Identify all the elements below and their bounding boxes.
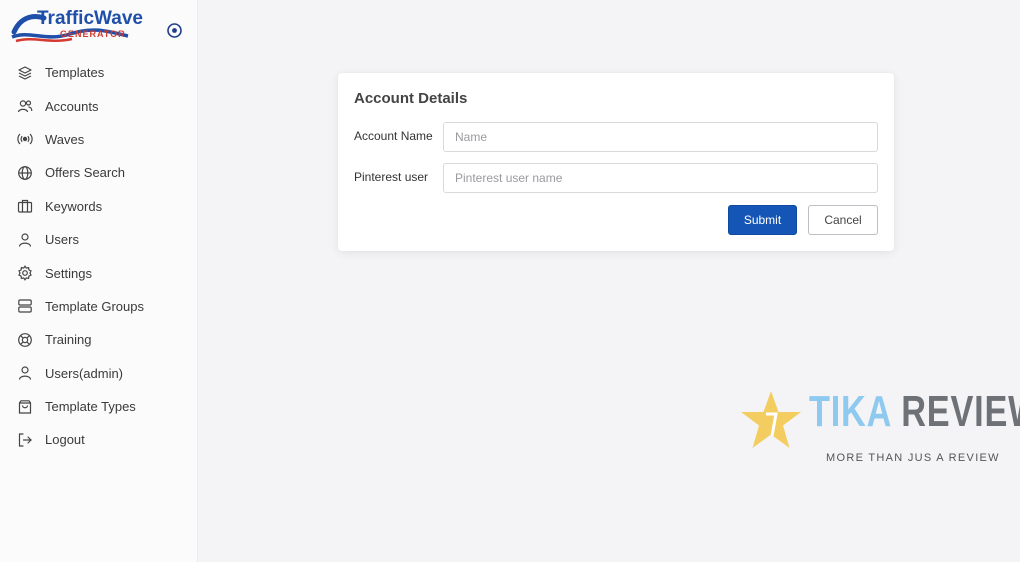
sidebar-item-label: Offers Search [45,165,125,181]
sidebar: TrafficWave GENERATOR Templates Accounts [0,0,198,562]
user-icon [17,365,33,381]
sidebar-item-label: Users [45,232,79,248]
logout-icon [17,432,33,448]
watermark-logo: TIKA REVIEW MORE THAN JUS A REVIEW [738,385,1020,475]
sidebar-item-label: Keywords [45,198,103,214]
pinterest-user-label: Pinterest user [354,170,429,184]
app-logo[interactable]: TrafficWave GENERATOR [10,6,155,46]
sidebar-item-label: Templates [45,65,105,81]
sidebar-item-label: Training [45,332,92,348]
sidebar-item-waves[interactable]: Waves [0,123,198,156]
watermark-title-part1: TIKA [809,387,891,436]
sidebar-item-offers-search[interactable]: Offers Search [0,156,198,189]
sidebar-item-accounts[interactable]: Accounts [0,89,198,122]
card-title: Account Details [354,90,468,107]
submit-button[interactable]: Submit [728,205,797,235]
sidebar-item-label: Logout [45,432,85,448]
account-name-input[interactable] [443,122,878,152]
sidebar-item-users[interactable]: Users [0,223,198,256]
globe-icon [17,165,33,181]
sidebar-item-label: Accounts [45,98,99,114]
sidebar-item-training[interactable]: Training [0,323,198,356]
lifebuoy-icon [17,332,33,348]
layers-icon [17,65,33,81]
sidebar-item-templates[interactable]: Templates [0,56,198,89]
server-icon [17,298,33,314]
sidebar-item-settings[interactable]: Settings [0,256,198,289]
watermark-title-part2: REVIEW [901,387,1020,436]
sidebar-item-template-types[interactable]: Template Types [0,390,198,423]
gear-icon [17,265,33,281]
user-icon [17,232,33,248]
sidebar-item-logout[interactable]: Logout [0,423,198,456]
briefcase-icon [17,198,33,214]
bag-icon [17,399,33,415]
logo-graphic: TrafficWave GENERATOR [11,8,143,43]
star-icon [741,391,801,448]
account-name-label: Account Name [354,129,433,143]
users-icon [17,98,33,114]
sidebar-nav: Templates Accounts Waves Offers Search K… [0,56,198,457]
target-icon [167,23,182,38]
account-details-card: Account Details Account Name Pinterest u… [338,73,894,251]
sidebar-item-label: Waves [45,131,85,147]
collapse-sidebar-button[interactable] [166,22,183,39]
sidebar-item-label: Template Groups [45,298,144,314]
sidebar-item-label: Settings [45,265,92,281]
pinterest-user-input[interactable] [443,163,878,193]
logo-wordmark: TrafficWave [37,8,143,29]
watermark-title: TIKA REVIEW [809,387,1020,437]
sidebar-item-template-groups[interactable]: Template Groups [0,290,198,323]
sidebar-item-label: Users(admin) [45,365,124,381]
cancel-button[interactable]: Cancel [808,205,878,235]
watermark-subtitle: MORE THAN JUS A REVIEW [826,452,1000,464]
sidebar-item-users-admin[interactable]: Users(admin) [0,357,198,390]
logo-subtitle: GENERATOR [60,29,126,39]
sidebar-item-label: Template Types [45,399,136,415]
broadcast-icon [17,131,33,147]
sidebar-item-keywords[interactable]: Keywords [0,190,198,223]
